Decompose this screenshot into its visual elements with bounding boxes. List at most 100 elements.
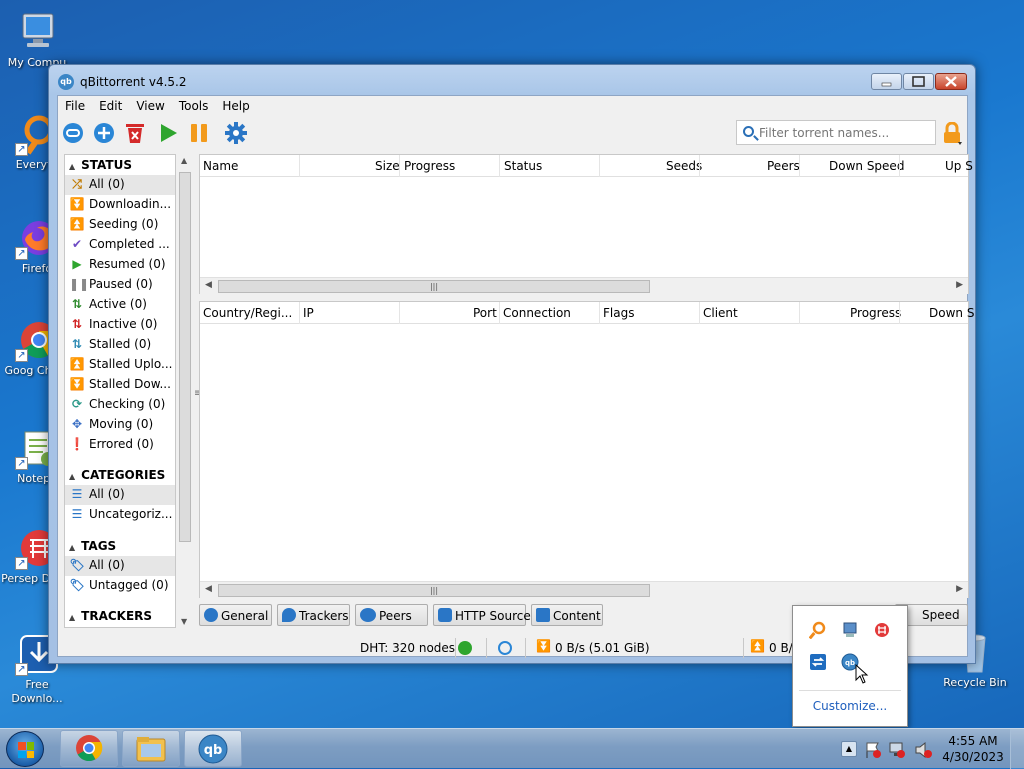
refresh-icon: ⟳ (71, 397, 83, 411)
status-item-downloading[interactable]: ⏬ Downloadin... (65, 195, 175, 215)
column-down-speed[interactable]: Down S (929, 306, 974, 320)
menu-file[interactable]: File (58, 96, 92, 113)
network-tray-icon[interactable] (841, 621, 859, 639)
scrollbar-thumb[interactable]: ||| (218, 584, 650, 597)
connection-status-icon[interactable] (458, 641, 472, 655)
menu-view[interactable]: View (129, 96, 171, 113)
column-progress[interactable]: Progress (850, 306, 901, 320)
column-flags[interactable]: Flags (603, 306, 634, 320)
status-item-stalled-downloading[interactable]: ⏬ Stalled Dow... (65, 375, 175, 395)
action-center-flag-icon[interactable] (864, 741, 882, 759)
status-item-paused[interactable]: ❚❚Paused (0) (65, 275, 175, 295)
menu-help[interactable]: Help (215, 96, 256, 113)
category-item-uncategorized[interactable]: ☰ Uncategoriz... (65, 505, 175, 525)
sync-tray-icon[interactable] (809, 653, 827, 671)
scroll-down-arrow-icon[interactable]: ▼ (181, 617, 187, 626)
desktop-icon-my-computer[interactable]: My Compu (0, 10, 74, 70)
taskbar-file-explorer[interactable] (122, 730, 180, 767)
status-item-all[interactable]: ⤮ All (0) (65, 175, 175, 195)
tab-http-sources[interactable]: HTTP Sources (433, 604, 537, 626)
peers-list-hscrollbar[interactable]: ◀ ||| ▶ (200, 581, 968, 598)
menu-tools[interactable]: Tools (172, 96, 216, 113)
torrent-list-hscrollbar[interactable]: ◀ ||| ▶ (200, 277, 968, 294)
column-down-speed[interactable]: Down Speed (829, 159, 904, 173)
show-hidden-icons-button[interactable]: ▲ (841, 741, 857, 757)
column-size[interactable]: Size (375, 159, 400, 173)
tab-content[interactable]: Content (531, 604, 603, 626)
column-ip[interactable]: IP (303, 306, 314, 320)
status-item-errored[interactable]: ❗ Errored (0) (65, 435, 175, 455)
status-item-resumed[interactable]: ▶ Resumed (0) (65, 255, 175, 275)
filter-box[interactable] (736, 120, 936, 145)
window-client-area: File Edit View Tools Help Filter torrent… (57, 95, 974, 658)
column-port[interactable]: Port (473, 306, 497, 320)
shortcut-arrow-icon: ↗ (15, 247, 28, 260)
delete-torrent-button[interactable] (123, 121, 147, 145)
speed-limit-icon[interactable] (498, 641, 512, 655)
taskbar-chrome[interactable] (60, 730, 118, 767)
status-item-active[interactable]: ⇅ Active (0) (65, 295, 175, 315)
title-bar[interactable]: qb qBittorrent v4.5.2 (49, 65, 975, 95)
download-speed[interactable]: 0 B/s (5.01 GiB) (555, 641, 650, 655)
volume-muted-icon[interactable] (914, 741, 932, 759)
play-icon (161, 124, 177, 142)
scroll-left-arrow-icon[interactable]: ◀ (205, 584, 212, 594)
maximize-button[interactable] (903, 73, 934, 90)
column-name[interactable]: Name (203, 159, 238, 173)
categories-header[interactable]: ▲ CATEGORIES (65, 465, 175, 485)
tab-peers[interactable]: Peers (355, 604, 428, 626)
status-item-checking[interactable]: ⟳ Checking (0) (65, 395, 175, 415)
status-header[interactable]: ▲ STATUS (65, 155, 175, 175)
show-desktop-button[interactable] (1010, 729, 1024, 769)
filter-input[interactable] (759, 124, 929, 142)
column-up-speed[interactable]: Up S (945, 159, 973, 173)
status-item-seeding[interactable]: ⏫ Seeding (0) (65, 215, 175, 235)
everything-tray-icon[interactable] (808, 621, 827, 640)
add-torrent-link-button[interactable] (61, 121, 85, 145)
peers-list[interactable]: Country/Regi... IP Port Connection Flags… (199, 301, 974, 598)
scroll-right-arrow-icon[interactable]: ▶ (956, 584, 963, 594)
minimize-button[interactable] (871, 73, 902, 90)
lock-button[interactable] (942, 121, 962, 145)
tab-general[interactable]: General (199, 604, 272, 626)
scrollbar-thumb[interactable] (179, 172, 191, 542)
column-peers[interactable]: Peers (767, 159, 800, 173)
tags-header[interactable]: ▲ TAGS (65, 536, 175, 556)
close-button[interactable] (935, 73, 967, 90)
menu-edit[interactable]: Edit (92, 96, 129, 113)
taskbar-clock[interactable]: 4:55 AM 4/30/2023 (938, 733, 1008, 765)
status-item-stalled-uploading[interactable]: ⏫ Stalled Uplo... (65, 355, 175, 375)
status-item-stalled[interactable]: ⇅ Stalled (0) (65, 335, 175, 355)
column-client[interactable]: Client (703, 306, 738, 320)
window-title: qBittorrent v4.5.2 (80, 75, 187, 89)
shortcut-arrow-icon: ↗ (15, 143, 28, 156)
column-progress[interactable]: Progress (404, 159, 455, 173)
trackers-header[interactable]: ▲ TRACKERS (65, 606, 175, 626)
column-connection[interactable]: Connection (503, 306, 571, 320)
resume-button[interactable] (156, 121, 180, 145)
tab-trackers[interactable]: Trackers (277, 604, 350, 626)
persepolis-tray-icon[interactable] (873, 621, 891, 639)
column-country-region[interactable]: Country/Regi... (203, 306, 292, 320)
options-button[interactable] (224, 121, 248, 145)
status-item-inactive[interactable]: ⇅ Inactive (0) (65, 315, 175, 335)
start-button[interactable] (6, 731, 44, 767)
scroll-right-arrow-icon[interactable]: ▶ (956, 280, 963, 290)
column-status[interactable]: Status (504, 159, 542, 173)
scroll-left-arrow-icon[interactable]: ◀ (205, 280, 212, 290)
status-item-completed[interactable]: ✔ Completed ... (65, 235, 175, 255)
status-item-moving[interactable]: ✥ Moving (0) (65, 415, 175, 435)
customize-link[interactable]: Customize... (793, 690, 907, 713)
pause-button[interactable] (187, 121, 211, 145)
tag-item-untagged[interactable]: 🏷 Untagged (0) (65, 576, 175, 596)
sidebar-scrollbar[interactable]: ▲ ▼ (178, 154, 192, 628)
category-item-all[interactable]: ☰ All (0) (65, 485, 175, 505)
tag-item-all[interactable]: 🏷 All (0) (65, 556, 175, 576)
add-torrent-file-button[interactable] (92, 121, 116, 145)
scrollbar-thumb[interactable]: ||| (218, 280, 650, 293)
torrent-list[interactable]: Name Size Progress Status Seeds Peers Do… (199, 154, 973, 294)
network-disconnected-icon[interactable] (888, 741, 906, 759)
column-seeds[interactable]: Seeds (666, 159, 702, 173)
scroll-up-arrow-icon[interactable]: ▲ (181, 156, 187, 165)
taskbar-qbittorrent[interactable]: qb (184, 730, 242, 767)
